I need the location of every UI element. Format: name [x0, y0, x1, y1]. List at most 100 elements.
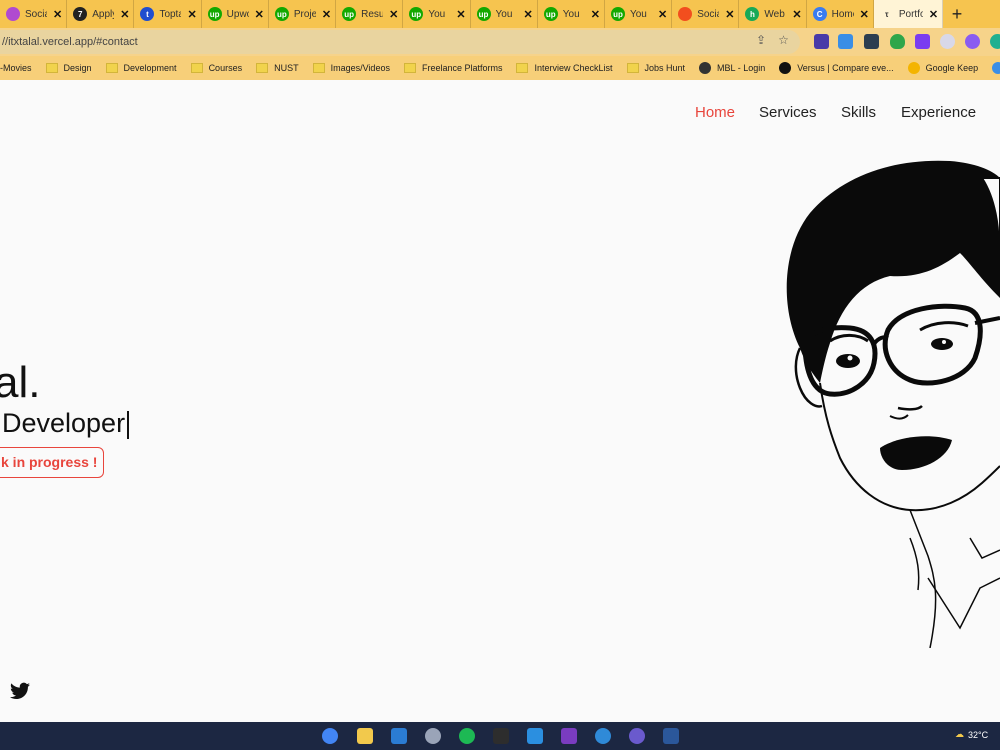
extension-icon[interactable] [864, 34, 879, 49]
terminal-icon[interactable] [493, 728, 509, 744]
close-tab-icon[interactable]: ✕ [725, 8, 734, 21]
bookmark-folder[interactable]: Design [45, 63, 92, 73]
bookmark-item[interactable]: Google Keep [907, 62, 979, 74]
close-tab-icon[interactable]: ✕ [456, 8, 465, 21]
close-tab-icon[interactable]: ✕ [255, 8, 264, 21]
browser-tab[interactable]: Social ✕ [672, 0, 740, 28]
work-in-progress-button[interactable]: k in progress ! [0, 447, 105, 478]
shield-extension-icon[interactable] [890, 34, 905, 49]
close-tab-icon[interactable]: ✕ [591, 8, 600, 21]
tab-title: Projects [293, 8, 316, 20]
folder-icon [516, 63, 529, 73]
hero-role-text: Developer [2, 408, 126, 438]
extension-new-icon[interactable] [838, 34, 853, 49]
tab-favicon-icon: h [745, 7, 760, 21]
tab-favicon-icon: up [409, 7, 424, 21]
bookmark-item[interactable]: MBL - Login [699, 62, 765, 74]
dev-tool-icon[interactable] [561, 728, 577, 744]
nav-skills[interactable]: Skills [841, 104, 876, 121]
close-tab-icon[interactable]: ✕ [658, 8, 667, 21]
bookmark-label: Courses [208, 63, 243, 73]
nav-services[interactable]: Services [759, 104, 817, 121]
bookmark-label: Interview CheckList [534, 63, 613, 73]
docker-icon[interactable] [595, 728, 611, 744]
bookmark-label: Google Keep [925, 63, 979, 73]
browser-tab[interactable]: up Upwork ✕ [202, 0, 269, 28]
site-favicon-icon [907, 62, 920, 74]
browser-tab[interactable]: Social ✕ [0, 0, 68, 28]
address-bar[interactable]: //itxtalal.vercel.app/#contact [0, 30, 800, 54]
browser-tab[interactable]: up You ✕ [403, 0, 471, 28]
folder-icon [403, 63, 416, 73]
bookmark-label: -Movies [0, 63, 32, 73]
new-tab-button[interactable]: + [943, 0, 971, 28]
bookmark-item[interactable]: Versus | Compare eve... [779, 62, 894, 74]
bookmark-label: Development [123, 63, 177, 73]
bookmark-label: MBL - Login [717, 63, 766, 73]
bookmark-label: Freelance Platforms [421, 63, 503, 73]
close-tab-icon[interactable]: ✕ [322, 8, 331, 21]
folder-icon [105, 63, 118, 73]
bookmark-folder[interactable]: Freelance Platforms [403, 63, 503, 73]
folder-icon [256, 63, 269, 73]
vscode-icon[interactable] [527, 728, 543, 744]
tab-favicon-icon: up [543, 7, 558, 21]
tab-favicon-icon: t [140, 7, 155, 21]
bookmark-folder[interactable]: Interview CheckList [516, 63, 613, 73]
browser-tab[interactable]: C Home ✕ [807, 0, 874, 28]
share-icon[interactable]: ⇪ [756, 33, 766, 47]
mail-icon[interactable] [391, 728, 407, 744]
close-tab-icon[interactable]: ✕ [929, 8, 938, 21]
url-text[interactable]: //itxtalal.vercel.app/#contact [2, 36, 138, 48]
extension-icon[interactable] [965, 34, 980, 49]
site-favicon-icon [779, 62, 792, 74]
portrait-illustration [786, 160, 1000, 648]
tab-title: You [562, 8, 580, 20]
bookmark-folder[interactable]: Courses [190, 63, 243, 73]
browser-tab[interactable]: up You ✕ [605, 0, 673, 28]
bookmark-item[interactable]: -Movies [0, 63, 32, 73]
app-icon[interactable] [629, 728, 645, 744]
twitter-icon[interactable] [10, 682, 30, 700]
close-tab-icon[interactable]: ✕ [187, 8, 196, 21]
close-tab-icon[interactable]: ✕ [792, 8, 801, 21]
tab-favicon-icon: up [207, 7, 222, 21]
close-tab-icon[interactable]: ✕ [860, 8, 869, 21]
extension-icon[interactable] [940, 34, 955, 49]
browser-tab[interactable]: h Web ✕ [739, 0, 807, 28]
tab-title: Toptal [159, 8, 182, 20]
bookmark-folder[interactable]: Images/Videos [312, 63, 390, 73]
chrome-icon[interactable] [322, 728, 338, 744]
bookmark-label: Images/Videos [330, 63, 390, 73]
browser-tab[interactable]: τ Portfolio ✕ [873, 0, 944, 28]
bookmark-item[interactable]: Pitch D [992, 62, 1000, 74]
close-tab-icon[interactable]: ✕ [524, 8, 533, 21]
browser-tab[interactable]: up Projects ✕ [269, 0, 337, 28]
browser-tab[interactable]: up You ✕ [471, 0, 538, 28]
close-tab-icon[interactable]: ✕ [389, 8, 398, 21]
spotify-icon[interactable] [459, 728, 475, 744]
extension-icon[interactable] [915, 34, 930, 49]
browser-tab[interactable]: 7 Apply ✕ [67, 0, 135, 28]
tab-title: Web [764, 8, 785, 20]
extension-icon[interactable] [990, 34, 1000, 49]
file-explorer-icon[interactable] [357, 728, 373, 744]
star-icon[interactable]: ☆ [778, 33, 789, 47]
close-tab-icon[interactable]: ✕ [53, 8, 62, 21]
bookmark-folder[interactable]: Jobs Hunt [626, 63, 686, 73]
extension-icon[interactable] [814, 34, 829, 49]
browser-tab[interactable]: up Results ✕ [336, 0, 404, 28]
bookmark-folder[interactable]: NUST [256, 63, 299, 73]
bookmark-folder[interactable]: Development [105, 63, 177, 73]
weather-icon[interactable]: ☁ [955, 729, 964, 740]
page-content: Home Services Skills Experience al. Deve… [0, 80, 1000, 722]
browser-tab[interactable]: up You ✕ [538, 0, 605, 28]
app-icon[interactable] [425, 728, 441, 744]
browser-tab[interactable]: t Toptal ✕ [134, 0, 202, 28]
nav-experience[interactable]: Experience [901, 104, 976, 121]
tab-title: Apply [92, 8, 114, 20]
bookmark-label: Jobs Hunt [644, 63, 686, 73]
close-tab-icon[interactable]: ✕ [120, 8, 129, 21]
nav-home[interactable]: Home [695, 104, 735, 121]
word-icon[interactable] [663, 728, 679, 744]
